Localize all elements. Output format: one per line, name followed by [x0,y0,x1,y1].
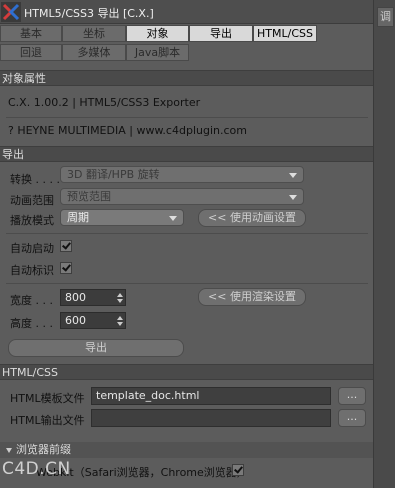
attribute-panel: HTML5/CSS3 导出 [C.X.] 基本 坐标 对象 导出 HTML/CS… [0,0,373,488]
output-file-label: HTML输出文件 [10,414,85,427]
width-label: 宽度 . . . [10,294,53,307]
template-file-label: HTML模板文件 [10,392,85,405]
watermark: C4D.CN [2,459,71,479]
chevron-down-icon [289,195,297,200]
chevron-down-icon [289,173,297,178]
section-header-html-css: HTML/CSS [0,364,373,380]
divider [6,283,368,284]
use-render-settings-button[interactable]: << 使用渲染设置 [198,288,306,306]
vendor-info: ? HEYNE MULTIMEDIA | www.c4dplugin.com [8,124,247,137]
title-bar: HTML5/CSS3 导出 [C.X.] [0,0,373,24]
convert-value: 3D 翻译/HPB 旋转 [67,168,160,181]
checkmark-icon [62,262,71,272]
auto-label-label: 自动标识 [10,264,54,277]
template-file-field[interactable]: template_doc.html [91,387,331,405]
section-header-object-properties: 对象属性 [0,70,373,86]
output-file-field[interactable] [91,409,331,427]
dock-tab[interactable]: 调 [377,7,394,27]
width-stepper[interactable]: 800 [60,289,126,306]
checkmark-icon [62,240,71,250]
stepper-arrows-icon[interactable] [117,316,123,326]
auto-label-checkbox[interactable] [60,262,72,274]
anim-range-label: 动画范围 [10,194,54,207]
height-label: 高度 . . . [10,317,53,330]
tab-multimedia[interactable]: 多媒体 [62,44,126,61]
convert-dropdown[interactable]: 3D 翻译/HPB 旋转 [60,166,304,183]
use-anim-settings-button[interactable]: << 使用动画设置 [198,209,306,227]
section-header-export: 导出 [0,146,373,162]
convert-label: 转换 . . . . [10,173,60,186]
tab-fallback[interactable]: 回退 [0,44,62,61]
divider [6,233,368,234]
anim-range-value: 预览范围 [67,190,111,203]
play-mode-dropdown[interactable]: 周期 [60,209,184,226]
chevron-down-icon [169,216,177,221]
stepper-arrows-icon[interactable] [117,293,123,303]
height-value: 600 [65,314,86,327]
browser-prefix-title: 浏览器前缀 [16,443,71,456]
height-stepper[interactable]: 600 [60,312,126,329]
autostart-label: 自动启动 [10,242,54,255]
anim-range-dropdown[interactable]: 预览范围 [60,188,304,205]
export-button[interactable]: 导出 [8,339,184,357]
webkit-checkbox[interactable] [232,464,244,476]
output-browse-button[interactable]: ... [338,409,366,427]
tab-basic[interactable]: 基本 [0,25,62,42]
version-info: C.X. 1.00.2 | HTML5/CSS3 Exporter [8,96,201,109]
divider [6,117,368,118]
tab-object[interactable]: 对象 [126,25,189,42]
width-value: 800 [65,291,86,304]
right-dock: 调 [373,0,395,488]
tab-javascript[interactable]: Java脚本 [126,44,189,61]
play-mode-value: 周期 [67,211,89,224]
window-title: HTML5/CSS3 导出 [C.X.] [24,7,154,20]
tab-coordinates[interactable]: 坐标 [62,25,126,42]
tab-export[interactable]: 导出 [189,25,253,42]
browser-prefix-group-header[interactable]: 浏览器前缀 [0,442,373,458]
expand-triangle-icon [6,447,12,453]
play-mode-label: 播放模式 [10,214,54,227]
tab-html-css[interactable]: HTML/CSS [253,25,317,42]
autostart-checkbox[interactable] [60,240,72,252]
template-browse-button[interactable]: ... [338,387,366,405]
checkmark-icon [234,464,243,474]
cx-plugin-logo-icon [1,2,21,22]
